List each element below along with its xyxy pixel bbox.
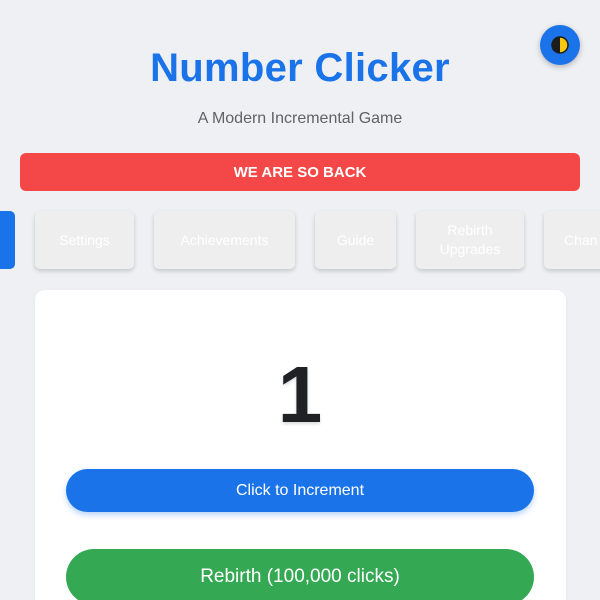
tab-label: Chan [564, 231, 598, 248]
tab-guide[interactable]: Guide [315, 211, 396, 269]
tab-bar: Settings Achievements Guide Rebirth Upgr… [0, 211, 600, 271]
announcement-banner[interactable]: WE ARE SO BACK [20, 153, 580, 191]
page-subtitle: A Modern Incremental Game [197, 110, 403, 127]
rebirth-button[interactable]: Rebirth (100,000 clicks) [66, 549, 534, 600]
page-title: Number Clicker [150, 46, 450, 90]
increment-button[interactable]: Click to Increment [66, 469, 534, 512]
tab-rebirth-upgrades[interactable]: Rebirth Upgrades [416, 211, 524, 269]
tab-label: Rebirth Upgrades [440, 221, 501, 259]
tab-label: Guide [336, 231, 375, 248]
tab-label-line2: Upgrades [439, 241, 501, 257]
app-root: Number Clicker A Modern Incremental Game… [0, 0, 600, 600]
tab-active-partial[interactable] [0, 211, 15, 269]
tab-settings[interactable]: Settings [35, 211, 134, 269]
tab-changelog-partial[interactable]: Chan [544, 211, 600, 269]
click-counter: 1 [277, 350, 323, 439]
tab-label: Settings [59, 231, 110, 248]
tab-label-line1: Rebirth [447, 222, 493, 238]
tab-label: Achievements [180, 231, 269, 248]
tab-achievements[interactable]: Achievements [154, 211, 295, 269]
